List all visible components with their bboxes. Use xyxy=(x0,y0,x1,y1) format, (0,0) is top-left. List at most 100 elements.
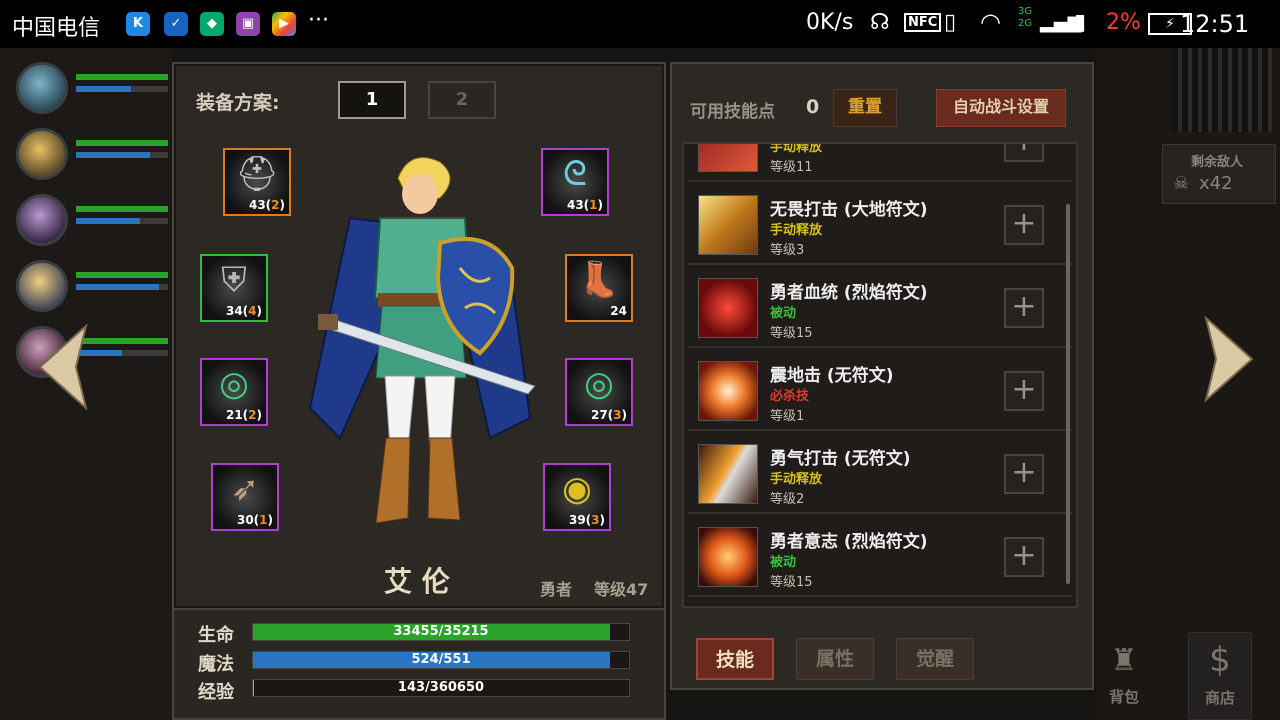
skill-list: 手动释放 等级11 + 无畏打击 (大地符文) 手动释放 等级3 + 勇者血统 … xyxy=(682,142,1078,608)
slot-level: 39 xyxy=(568,513,586,527)
party-member[interactable] xyxy=(8,58,168,116)
minimap[interactable] xyxy=(1172,48,1272,132)
skill-upgrade-button[interactable]: + xyxy=(1004,371,1044,411)
skill-item[interactable]: 勇者意志 (烈焰符文) 被动 等级15 + xyxy=(688,519,1072,597)
skill-level: 等级2 xyxy=(770,492,805,507)
skill-item[interactable]: 手动释放 等级11 + xyxy=(688,144,1072,182)
slot-bonus: 1 xyxy=(259,513,268,527)
spear-icon: ➶ xyxy=(230,469,260,509)
skill-type: 手动释放 xyxy=(770,223,823,238)
skill-item[interactable]: 无畏打击 (大地符文) 手动释放 等级3 + xyxy=(688,187,1072,265)
round-shield-icon: ◉ xyxy=(562,469,592,509)
battery-percent: 2% xyxy=(1106,10,1141,35)
fearless-strike-icon xyxy=(698,195,758,255)
slot-bonus: 2 xyxy=(248,408,257,422)
skill-upgrade-button[interactable]: + xyxy=(1004,144,1044,162)
party-member[interactable] xyxy=(8,124,168,182)
bag-button[interactable]: ♜ 背包 xyxy=(1096,636,1152,720)
skill-level: 等级1 xyxy=(770,409,805,424)
hero-class: 勇者 xyxy=(540,580,573,599)
wifi-icon: ◠ xyxy=(980,8,1001,36)
helmet-slot[interactable]: ⛑ 43(2) xyxy=(223,148,291,216)
bag-label: 背包 xyxy=(1108,688,1139,706)
skill-type: 必杀技 xyxy=(770,389,810,404)
party-sidebar xyxy=(0,48,172,720)
skill-upgrade-button[interactable]: + xyxy=(1004,288,1044,328)
ring-icon: ◎ xyxy=(584,364,614,404)
skill-item[interactable]: 勇气打击 (无符文) 手动释放 等级2 + xyxy=(688,436,1072,514)
vpn-shield-icon: ◆ xyxy=(200,12,224,36)
skill-type: 被动 xyxy=(770,555,797,570)
armor-icon: ⛨ xyxy=(221,260,247,300)
right-sidebar: 剩余敌人 ☠ x42 ♜ 背包 $ 商店 xyxy=(1096,48,1280,720)
hero-bloodline-icon xyxy=(698,278,758,338)
slot-level: 43 xyxy=(566,198,584,212)
hp-bar xyxy=(76,140,168,146)
slot-level: 27 xyxy=(590,408,608,422)
slot-level: 34 xyxy=(225,304,243,318)
shop-button[interactable]: $ 商店 xyxy=(1188,632,1252,720)
skull-icon: ☠ xyxy=(1173,173,1190,194)
slot-level: 30 xyxy=(236,513,254,527)
hp-bar xyxy=(76,272,168,278)
mp-bar xyxy=(76,86,168,92)
slot-bonus: 2 xyxy=(271,198,280,212)
boots-slot[interactable]: 👢 24 xyxy=(565,254,633,322)
previous-hero-arrow-icon[interactable] xyxy=(36,324,92,410)
ring-icon: ◎ xyxy=(219,364,249,404)
equip-plan-label: 装备方案: xyxy=(196,92,280,114)
necklace-icon: ᘓ xyxy=(563,154,587,194)
skill-points-label: 可用技能点 xyxy=(690,102,775,122)
skill-list-scrollbar[interactable] xyxy=(1066,204,1070,584)
hp-value: 33455/35215 xyxy=(393,624,489,639)
slot-bonus: 4 xyxy=(248,304,257,318)
mp-value: 524/551 xyxy=(411,652,471,667)
necklace-slot[interactable]: ᘓ 43(1) xyxy=(541,148,609,216)
party-member[interactable] xyxy=(8,256,168,314)
skill-upgrade-button[interactable]: + xyxy=(1004,537,1044,577)
exp-bar: 143/360650 xyxy=(252,679,630,697)
carrier-label: 中国电信 xyxy=(12,16,101,41)
mp-bar xyxy=(76,218,168,224)
hp-bar xyxy=(76,206,168,212)
skill-name: 勇者意志 (烈焰符文) xyxy=(770,532,928,552)
skill-upgrade-button[interactable]: + xyxy=(1004,205,1044,245)
party-member[interactable] xyxy=(8,190,168,248)
enemies-label: 剩余敌人 xyxy=(1191,155,1244,170)
skill-level: 等级3 xyxy=(770,243,805,258)
network-type: 3G 2G xyxy=(1018,6,1033,29)
sim-icon: ▮ xyxy=(1074,10,1087,35)
skill-points-value: 0 xyxy=(806,96,820,118)
skill-name: 勇气打击 (无符文) xyxy=(770,449,911,469)
weapon-slot[interactable]: ➶ 30(1) xyxy=(211,463,279,531)
shield-slot[interactable]: ◉ 39(3) xyxy=(543,463,611,531)
enemies-count: x42 xyxy=(1199,173,1233,194)
skill-item[interactable]: 震地击 (无符文) 必杀技 等级1 + xyxy=(688,353,1072,431)
skill-item[interactable]: 勇者血统 (烈焰符文) 被动 等级15 + xyxy=(688,270,1072,348)
equip-plan-2-button[interactable]: 2 xyxy=(428,81,496,119)
skill-name: 勇者血统 (烈焰符文) xyxy=(770,283,928,303)
avatar xyxy=(16,128,68,180)
hero-name: 艾 伦 xyxy=(384,565,450,598)
mp-bar xyxy=(76,284,168,290)
skill-upgrade-button[interactable]: + xyxy=(1004,454,1044,494)
tab-skills[interactable]: 技能 xyxy=(696,638,774,680)
hp-label: 生命 xyxy=(198,625,234,646)
slot-bonus: 3 xyxy=(591,513,600,527)
equip-plan-1-button[interactable]: 1 xyxy=(338,81,406,119)
armor-slot[interactable]: ⛨ 34(4) xyxy=(200,254,268,322)
ring-right-slot[interactable]: ◎ 27(3) xyxy=(565,358,633,426)
mp-label: 魔法 xyxy=(198,654,234,675)
next-hero-arrow-icon[interactable] xyxy=(1200,316,1256,402)
hp-bar xyxy=(76,74,168,80)
shop-label: 商店 xyxy=(1204,689,1235,707)
more-dots-icon: ··· xyxy=(308,8,329,33)
tab-awaken[interactable]: 觉醒 xyxy=(896,638,974,680)
auto-battle-settings-button[interactable]: 自动战斗设置 xyxy=(936,89,1066,127)
ring-left-slot[interactable]: ◎ 21(2) xyxy=(200,358,268,426)
skill-level: 等级15 xyxy=(770,326,813,341)
k-app-icon: K xyxy=(126,12,150,36)
tab-attributes[interactable]: 属性 xyxy=(796,638,874,680)
reset-button[interactable]: 重置 xyxy=(833,89,897,127)
clock: 12:51 xyxy=(1180,10,1250,38)
